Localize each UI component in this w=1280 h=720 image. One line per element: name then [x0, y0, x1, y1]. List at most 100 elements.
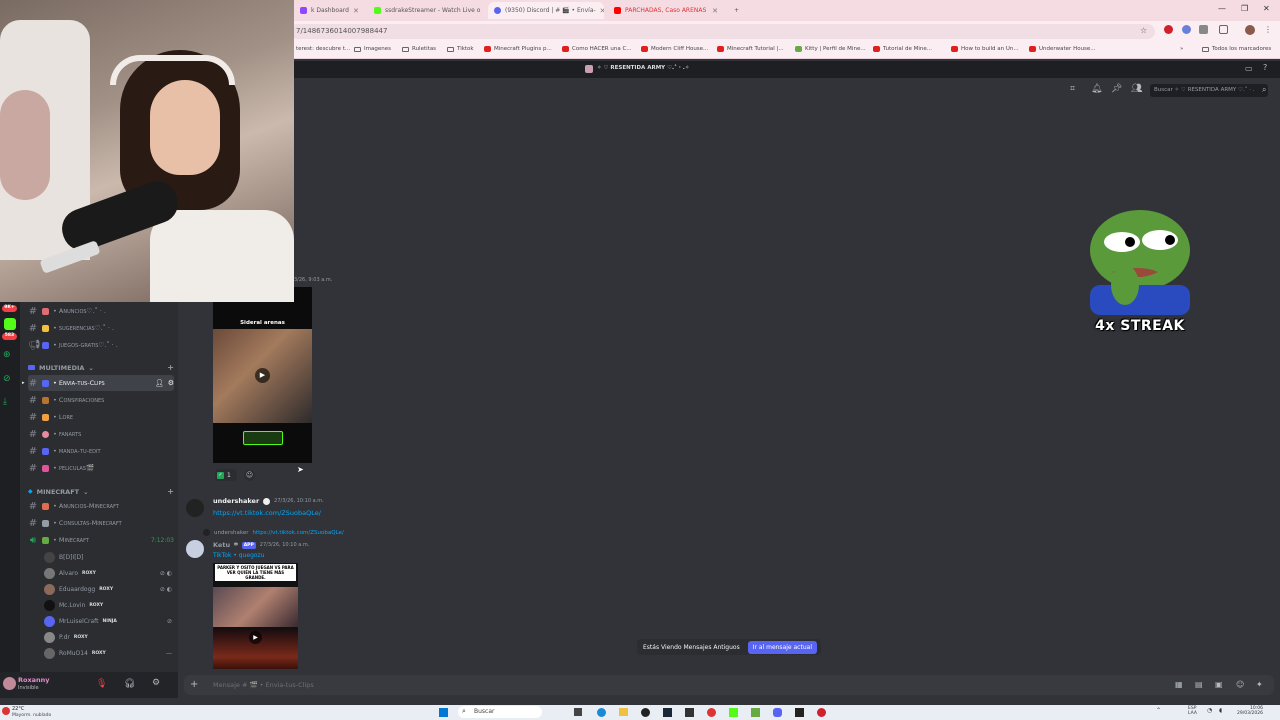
more-bookmarks-icon[interactable]: » [1180, 46, 1183, 52]
bookmark[interactable]: Minecraft Plugins p... [484, 46, 552, 52]
video-embed[interactable]: PARKER Y OSITO JUEGAN VS PARA VER QUIÉN … [213, 563, 298, 669]
tab-dashboard[interactable]: k Dashboard ✕ [294, 2, 364, 19]
tab-discord[interactable]: (9350) Discord | # 🎬 • Envía- ✕ [488, 2, 604, 19]
discover-icon[interactable]: ⊘ [3, 374, 11, 384]
voice-user[interactable]: Eduaardogg ROXY ⊘ ◐ [44, 581, 172, 597]
star-icon[interactable]: ☆ [1140, 26, 1147, 35]
bookmark[interactable]: Modern Cliff House... [641, 46, 708, 52]
capcut-icon[interactable] [685, 708, 694, 717]
message-input[interactable]: Mensaje # 🎬 • Envia-tus-Clips [213, 681, 314, 689]
channel-anuncios-minecraft[interactable]: # • Anuncios-Minecraft [28, 498, 174, 514]
voice-user[interactable]: MrLuiselCraft NINJA ⊘ [44, 613, 172, 629]
jump-to-present-button[interactable]: Ir al mensaje actual [747, 640, 817, 654]
channel-envia-tus-clips[interactable]: # • Envia-tus-Clips 👤︎ ⚙ [28, 375, 174, 391]
bookmark[interactable]: Tutorial de Mine... [873, 46, 932, 52]
weather-icon[interactable] [2, 707, 10, 715]
message-link[interactable]: https://vt.tiktok.com/ZSuobaQLe/ [213, 509, 321, 517]
channel-manda-tu-edit[interactable]: # • manda-tu-edit [28, 443, 174, 459]
username[interactable]: Ketu [213, 541, 230, 549]
avatar[interactable] [186, 540, 204, 558]
bookmark[interactable]: How to build an Un... [951, 46, 1019, 52]
play-icon[interactable]: ▶ [255, 368, 270, 383]
steam-icon[interactable] [663, 708, 672, 717]
capcut-icon[interactable] [795, 708, 804, 717]
volume-icon[interactable]: ◖ [1219, 707, 1222, 714]
wifi-icon[interactable]: ◔ [1207, 707, 1212, 714]
add-channel-icon[interactable]: + [167, 487, 174, 496]
obs-icon[interactable] [641, 708, 650, 717]
members-icon[interactable]: 👥︎ [1131, 84, 1142, 94]
channel-conspiraciones[interactable]: # • Conspiraciones [28, 392, 174, 408]
windows-start-icon[interactable] [439, 708, 448, 717]
voice-user[interactable]: Alvaro ROXY ⊘ ◐ [44, 565, 172, 581]
embed-title[interactable]: TikTok • quegozu [213, 552, 265, 559]
menu-icon[interactable]: ⋮ [1264, 25, 1272, 34]
voice-channel-minecraft[interactable]: 🔊︎ • Minecraft 7:12:03 [28, 532, 174, 548]
search-icon[interactable]: ⌕ [1262, 85, 1266, 95]
add-reaction-icon[interactable]: ☺ [244, 470, 255, 481]
category-minecraft[interactable]: ◆ MINECRAFT ⌄ + [28, 487, 174, 496]
voice-user[interactable]: B[D]I[D] [44, 549, 172, 565]
bookmark[interactable]: Tiktok [447, 46, 474, 52]
add-server-icon[interactable]: ⊕ [3, 350, 11, 360]
sticker-icon[interactable]: ▣ [1215, 680, 1223, 689]
mic-muted-icon[interactable]: 🎙︎ [96, 679, 107, 689]
invite-icon[interactable]: 👤︎ [155, 379, 164, 387]
new-tab-button[interactable]: + [728, 2, 744, 19]
server-icon[interactable] [4, 318, 16, 330]
bell-icon[interactable]: 🔔︎ [1091, 84, 1102, 94]
close-icon[interactable]: ✕ [353, 7, 359, 15]
inbox-icon[interactable]: ▭ [1245, 64, 1253, 73]
puzzle-icon[interactable] [1219, 25, 1228, 34]
minecraft-icon[interactable] [751, 708, 760, 717]
task-view-icon[interactable] [574, 708, 582, 716]
file-explorer-icon[interactable] [619, 708, 628, 716]
video-embed[interactable]: Sideral arenas ▶ [213, 287, 312, 463]
bookmark[interactable]: Minecraft Tutorial |... [717, 46, 784, 52]
voice-user[interactable]: Mc.Lovin ROXY [44, 597, 172, 613]
reply-preview[interactable]: undershaker https://vt.tiktok.com/ZSuoba… [203, 529, 344, 536]
bookmark[interactable]: terest: descubre t... [296, 46, 350, 52]
help-icon[interactable]: ? [1263, 63, 1267, 72]
gift-icon[interactable]: ▦ [1175, 680, 1183, 689]
bookmark[interactable]: Ruletitas [402, 46, 436, 52]
opera-icon[interactable] [817, 708, 826, 717]
minimize-icon[interactable]: — [1218, 4, 1226, 13]
gear-icon[interactable]: ⚙ [152, 678, 160, 688]
add-attachment-icon[interactable]: + [190, 679, 198, 690]
channel-juegos-gratis[interactable]: 📢︎ • juegos-gratis♡.˚ · . [28, 337, 174, 353]
extension-icon[interactable] [1182, 25, 1191, 34]
avatar[interactable] [186, 499, 204, 517]
channel-anuncios[interactable]: # • Anuncios♡.˚ · . [28, 303, 174, 319]
channel-lore[interactable]: # • Lore [28, 409, 174, 425]
add-channel-icon[interactable]: + [167, 363, 174, 372]
reaction[interactable]: ✓ 1 [215, 469, 237, 481]
gear-icon[interactable]: ⚙ [168, 379, 174, 387]
kick-icon[interactable] [729, 708, 738, 717]
bookmark[interactable]: Kitty | Perfil de Mine... [795, 46, 866, 52]
bookmark[interactable]: Como HACER una C... [562, 46, 632, 52]
all-bookmarks[interactable]: Todos los marcadores [1202, 46, 1271, 52]
language-indicator[interactable]: ESP LAA [1188, 706, 1197, 716]
apps-icon[interactable]: ✦ [1256, 680, 1263, 689]
headphones-icon[interactable]: 🎧︎ [124, 679, 135, 689]
tab-kick[interactable]: ssdrakeStreamer - Watch Live o ✕ [368, 2, 484, 19]
close-icon[interactable]: ✕ [712, 7, 718, 15]
voice-user[interactable]: P.dr ROXY [44, 629, 172, 645]
extension-icon[interactable] [1199, 25, 1208, 34]
window-close-icon[interactable]: ✕ [1263, 4, 1270, 13]
taskbar-search[interactable]: Buscar [458, 706, 542, 718]
bookmark[interactable]: Imagenes [354, 46, 391, 52]
bookmark[interactable]: Underwater House... [1029, 46, 1096, 52]
opera-icon[interactable] [1164, 25, 1173, 34]
channel-sugerencias[interactable]: # • sugerencias♡.˚ · . [28, 320, 174, 336]
close-icon[interactable]: ✕ [600, 7, 604, 15]
emoji-icon[interactable]: ☺ [1236, 680, 1244, 689]
channel-peliculas[interactable]: # • peliculas🎬 [28, 460, 174, 476]
avatar[interactable] [3, 677, 16, 690]
threads-icon[interactable]: ⌗ [1070, 84, 1075, 94]
url-input[interactable]: 7/1486736014007988447 [290, 24, 1155, 39]
tab-youtube[interactable]: PARCHADAS, Caso ARENAS ✕ [608, 2, 724, 19]
edge-icon[interactable] [597, 708, 606, 717]
download-icon[interactable]: ⤓ [3, 397, 7, 407]
